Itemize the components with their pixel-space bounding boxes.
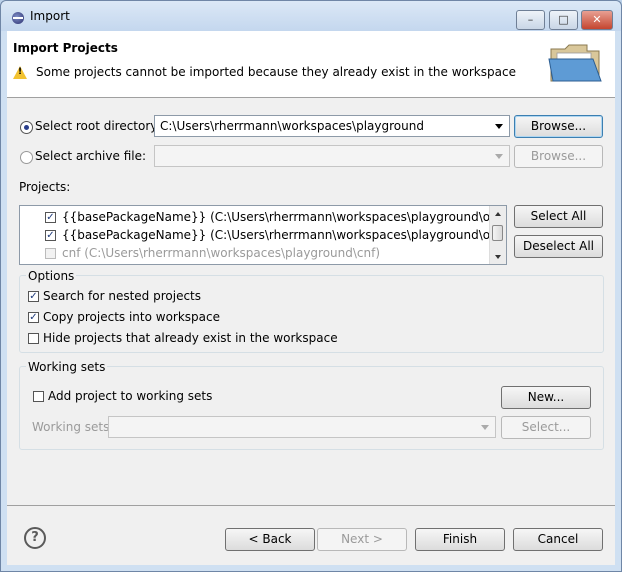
- archive-file-label: Select archive file:: [35, 149, 147, 163]
- project-checkbox[interactable]: ✓: [45, 230, 56, 241]
- minimize-button[interactable]: –: [516, 10, 545, 30]
- root-directory-value: C:\Users\rherrmann\workspaces\playground: [160, 119, 424, 133]
- maximize-button[interactable]: □: [549, 10, 578, 30]
- chevron-down-icon[interactable]: [481, 425, 489, 430]
- archive-file-combo[interactable]: [154, 145, 510, 167]
- working-sets-title: Working sets: [26, 360, 108, 374]
- add-to-working-sets-checkbox[interactable]: [33, 391, 44, 402]
- root-directory-combo[interactable]: C:\Users\rherrmann\workspaces\playground: [154, 115, 510, 137]
- archive-file-radio[interactable]: [20, 151, 33, 164]
- project-checkbox[interactable]: ✓: [45, 212, 56, 223]
- warning-icon: [13, 66, 27, 79]
- projects-list[interactable]: ✓ {{basePackageName}} (C:\Users\rherrman…: [19, 205, 507, 265]
- options-title: Options: [26, 269, 77, 283]
- deselect-all-button[interactable]: Deselect All: [514, 235, 603, 258]
- hide-existing-label: Hide projects that already exist in the …: [43, 331, 338, 345]
- project-item-label: cnf (C:\Users\rherrmann\workspaces\playg…: [62, 246, 381, 260]
- title-bar[interactable]: Import – □ ✕: [1, 1, 621, 31]
- root-directory-label: Select root directory:: [35, 119, 161, 133]
- project-item[interactable]: ✓ {{basePackageName}} (C:\Users\rherrman…: [20, 227, 490, 245]
- browse-root-button[interactable]: Browse...: [514, 115, 603, 138]
- browse-archive-button[interactable]: Browse...: [514, 145, 603, 168]
- scroll-down-icon[interactable]: [495, 255, 501, 259]
- copy-into-label: Copy projects into workspace: [43, 310, 221, 324]
- project-item[interactable]: ✓ {{basePackageName}} (C:\Users\rherrman…: [20, 209, 490, 227]
- chevron-down-icon[interactable]: [495, 154, 503, 159]
- search-nested-label: Search for nested projects: [43, 289, 202, 303]
- eclipse-icon: [12, 12, 24, 24]
- cancel-button[interactable]: Cancel: [513, 528, 603, 551]
- select-working-sets-button[interactable]: Select...: [501, 416, 591, 439]
- select-all-button[interactable]: Select All: [514, 205, 603, 228]
- add-to-working-sets-label: Add project to working sets: [48, 389, 213, 403]
- chevron-down-icon[interactable]: [495, 124, 503, 129]
- footer-separator: [7, 505, 615, 506]
- projects-scrollbar[interactable]: [489, 206, 506, 264]
- scroll-thumb[interactable]: [492, 225, 503, 241]
- project-item[interactable]: cnf (C:\Users\rherrmann\workspaces\playg…: [20, 245, 490, 263]
- projects-label: Projects:: [19, 180, 71, 194]
- finish-button[interactable]: Finish: [415, 528, 505, 551]
- wizard-header: Import Projects Some projects cannot be …: [7, 31, 615, 98]
- copy-into-checkbox[interactable]: ✓: [28, 312, 39, 323]
- page-title: Import Projects: [13, 41, 118, 55]
- next-button[interactable]: Next >: [317, 528, 407, 551]
- scroll-up-icon[interactable]: [495, 212, 501, 216]
- search-nested-checkbox[interactable]: ✓: [28, 291, 39, 302]
- working-sets-label: Working sets:: [32, 420, 114, 434]
- dialog-body: Import Projects Some projects cannot be …: [7, 31, 615, 565]
- close-button[interactable]: ✕: [581, 10, 613, 30]
- root-directory-radio[interactable]: [20, 121, 33, 134]
- project-item-label: {{basePackageName}} (C:\Users\rherrmann\…: [62, 228, 490, 242]
- new-working-set-button[interactable]: New...: [501, 386, 591, 409]
- working-sets-combo[interactable]: [108, 416, 496, 438]
- help-icon[interactable]: ?: [24, 527, 46, 549]
- project-item-label: {{basePackageName}} (C:\Users\rherrmann\…: [62, 210, 490, 224]
- back-button[interactable]: < Back: [225, 528, 315, 551]
- header-message: Some projects cannot be imported because…: [36, 65, 516, 79]
- hide-existing-checkbox[interactable]: [28, 333, 39, 344]
- import-dialog: Import – □ ✕ Import Projects Some projec…: [0, 0, 622, 572]
- project-checkbox[interactable]: [45, 248, 56, 259]
- folder-icon: [548, 44, 602, 82]
- window-title: Import: [30, 9, 70, 23]
